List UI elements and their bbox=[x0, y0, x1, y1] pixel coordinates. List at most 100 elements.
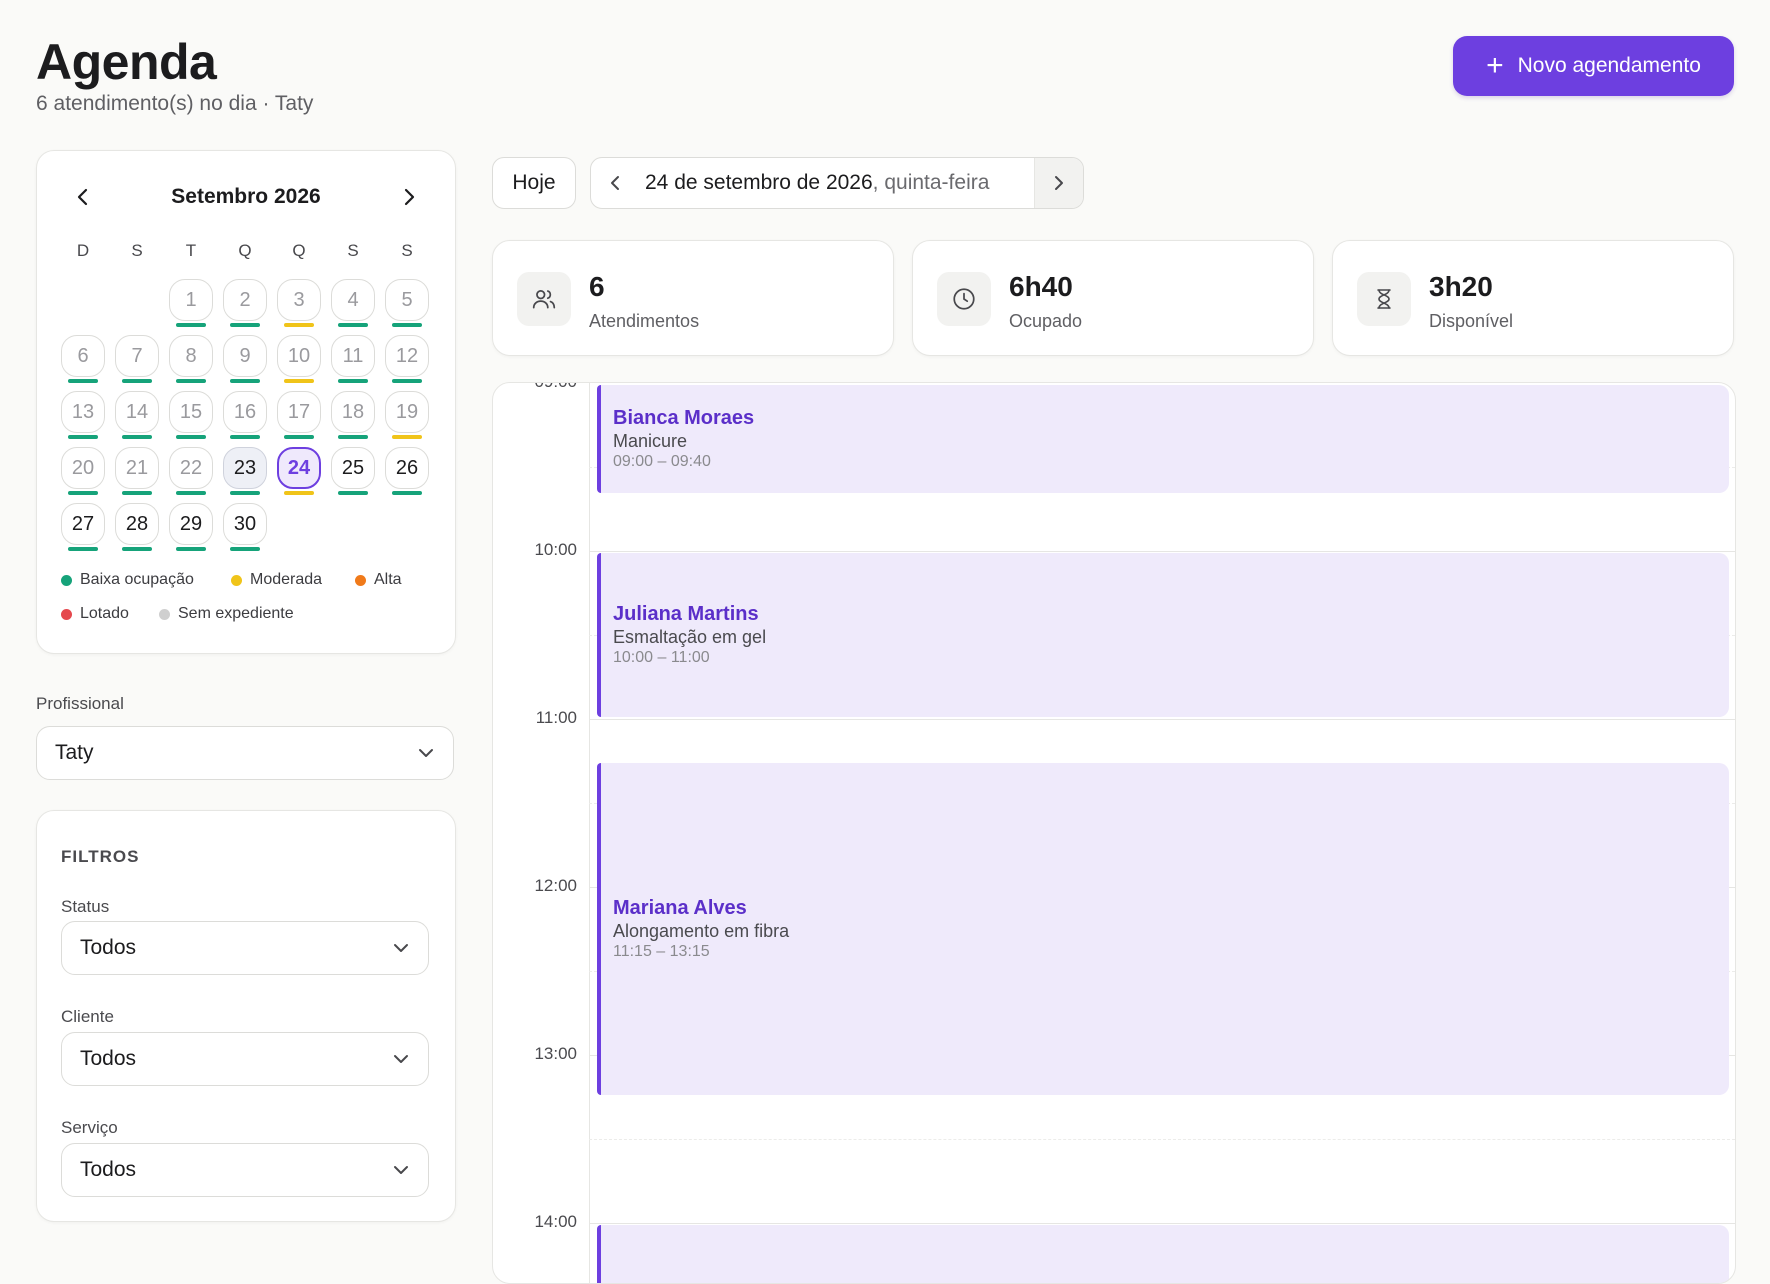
time-column bbox=[493, 383, 590, 1283]
calendar-day-5[interactable]: 5 bbox=[385, 279, 429, 321]
hour-gridline bbox=[589, 551, 1735, 552]
appointment-details: Bianca Moraes Manicure 09:00 – 09:40 bbox=[613, 406, 754, 472]
stat-value: 6 bbox=[589, 271, 605, 302]
legend-label: Lotado bbox=[80, 605, 129, 622]
calendar-day-25[interactable]: 25 bbox=[331, 447, 375, 489]
calendar-day-16[interactable]: 16 bbox=[223, 391, 267, 433]
hour-label: 14:00 bbox=[534, 1212, 577, 1231]
calendar-day-14[interactable]: 14 bbox=[115, 391, 159, 433]
occupancy-bar bbox=[338, 323, 368, 327]
hour-label: 13:00 bbox=[534, 1044, 577, 1063]
stat-label: Disponível bbox=[1429, 311, 1514, 331]
stat-value: 6h40 bbox=[1009, 271, 1073, 302]
page-title: Agenda bbox=[36, 34, 217, 90]
calendar-day-8[interactable]: 8 bbox=[169, 335, 213, 377]
calendar-next-month-button[interactable] bbox=[391, 179, 427, 215]
legend-item: Lotado bbox=[61, 605, 129, 623]
occupancy-bar bbox=[68, 379, 98, 383]
calendar-day-7[interactable]: 7 bbox=[115, 335, 159, 377]
chevron-right-icon bbox=[1055, 176, 1063, 190]
calendar-day-29[interactable]: 29 bbox=[169, 503, 213, 545]
calendar-day-30[interactable]: 30 bbox=[223, 503, 267, 545]
appointment-block[interactable]: Juliana Martins Esmaltação em gel 10:00 – … bbox=[597, 553, 1729, 717]
chevron-down-icon bbox=[394, 1055, 408, 1063]
calendar-day-10[interactable]: 10 bbox=[277, 335, 321, 377]
hour-label: 11:00 bbox=[535, 708, 577, 727]
occupancy-bar bbox=[284, 323, 314, 327]
hour-label: 10:00 bbox=[534, 540, 577, 559]
legend-item: Baixa ocupação bbox=[61, 571, 194, 589]
day-timeline[interactable]: 09:00 10:00 11:00 12:00 13:00 14:00 Bianca Mor… bbox=[492, 382, 1736, 1284]
appointment-block[interactable] bbox=[597, 1225, 1729, 1283]
legend-dot bbox=[355, 574, 366, 586]
stat-card-ocupado: 6h40 Ocupado bbox=[912, 240, 1314, 356]
calendar-day-28[interactable]: 28 bbox=[115, 503, 159, 545]
professional-value: Taty bbox=[55, 741, 94, 764]
professional-select[interactable]: Taty bbox=[36, 726, 454, 780]
status-value: Todos bbox=[80, 936, 137, 959]
calendar-day-9[interactable]: 9 bbox=[223, 335, 267, 377]
calendar-day-12[interactable]: 12 bbox=[385, 335, 429, 377]
stat-card-disponivel: 3h20 Disponível bbox=[1332, 240, 1734, 356]
occupancy-bar bbox=[122, 379, 152, 383]
weekday-header: Q bbox=[238, 241, 252, 260]
hourglass-icon bbox=[1357, 272, 1411, 326]
occupancy-bar bbox=[284, 379, 314, 383]
calendar-day-17[interactable]: 17 bbox=[277, 391, 321, 433]
hour-label: 12:00 bbox=[534, 876, 577, 895]
occupancy-bar bbox=[176, 547, 206, 551]
calendar-day-22[interactable]: 22 bbox=[169, 447, 213, 489]
calendar-day-1[interactable]: 1 bbox=[169, 279, 213, 321]
calendar-day-20[interactable]: 20 bbox=[61, 447, 105, 489]
appointment-block[interactable]: Mariana Alves Alongamento em fibra 11:15 –… bbox=[597, 763, 1729, 1095]
legend-label: Baixa ocupação bbox=[80, 571, 194, 588]
appointment-client: Mariana Alves bbox=[613, 897, 747, 919]
calendar-day-2[interactable]: 2 bbox=[223, 279, 267, 321]
chevron-left-icon bbox=[611, 176, 619, 190]
calendar-day-26[interactable]: 26 bbox=[385, 447, 429, 489]
legend-dot bbox=[61, 574, 72, 586]
status-label: Status bbox=[61, 897, 110, 916]
occupancy-bar bbox=[392, 435, 422, 439]
calendar-day-11[interactable]: 11 bbox=[331, 335, 375, 377]
servico-select[interactable]: Todos bbox=[61, 1143, 429, 1197]
cliente-value: Todos bbox=[80, 1047, 137, 1070]
calendar-day-6[interactable]: 6 bbox=[61, 335, 105, 377]
chevron-down-icon bbox=[419, 749, 433, 757]
weekday-header: S bbox=[401, 241, 413, 260]
prev-day-button[interactable] bbox=[591, 158, 639, 208]
current-date-label: 24 de setembro de 2026, quinta-feira bbox=[645, 171, 989, 195]
current-date: 24 de setembro de 2026 bbox=[645, 171, 873, 194]
appointment-details: Mariana Alves Alongamento em fibra 11:15 –… bbox=[613, 896, 789, 962]
calendar-day-3[interactable]: 3 bbox=[277, 279, 321, 321]
calendar-day-19[interactable]: 19 bbox=[385, 391, 429, 433]
cliente-select[interactable]: Todos bbox=[61, 1032, 429, 1086]
occupancy-bar bbox=[68, 547, 98, 551]
today-button[interactable]: Hoje bbox=[492, 157, 576, 209]
weekday-header: D bbox=[76, 241, 90, 260]
servico-value: Todos bbox=[80, 1158, 137, 1181]
calendar-day-24[interactable]: 24 bbox=[277, 447, 321, 489]
appointment-client: Juliana Martins bbox=[613, 603, 759, 625]
weekday-header: Q bbox=[292, 241, 306, 260]
page-subtitle: 6 atendimento(s) no dia · Taty bbox=[36, 92, 314, 115]
appointment-block[interactable]: Bianca Moraes Manicure 09:00 – 09:40 bbox=[597, 385, 1729, 493]
next-day-button[interactable] bbox=[1034, 158, 1083, 208]
calendar-day-13[interactable]: 13 bbox=[61, 391, 105, 433]
plus-icon: + bbox=[1486, 49, 1504, 82]
new-appointment-button[interactable]: + Novo agendamento bbox=[1453, 36, 1734, 96]
calendar-day-21[interactable]: 21 bbox=[115, 447, 159, 489]
status-select[interactable]: Todos bbox=[61, 921, 429, 975]
new-appointment-label: Novo agendamento bbox=[1517, 54, 1701, 77]
calendar-day-15[interactable]: 15 bbox=[169, 391, 213, 433]
legend-label: Moderada bbox=[250, 571, 323, 588]
calendar-day-4[interactable]: 4 bbox=[331, 279, 375, 321]
calendar-day-23[interactable]: 23 bbox=[223, 447, 267, 489]
calendar-day-27[interactable]: 27 bbox=[61, 503, 105, 545]
legend-label: Sem expediente bbox=[178, 605, 294, 622]
occupancy-bar bbox=[284, 435, 314, 439]
chevron-right-icon bbox=[404, 188, 415, 206]
appointment-details: Juliana Martins Esmaltação em gel 10:00 – … bbox=[613, 602, 766, 668]
half-hour-gridline bbox=[589, 1139, 1735, 1140]
calendar-day-18[interactable]: 18 bbox=[331, 391, 375, 433]
